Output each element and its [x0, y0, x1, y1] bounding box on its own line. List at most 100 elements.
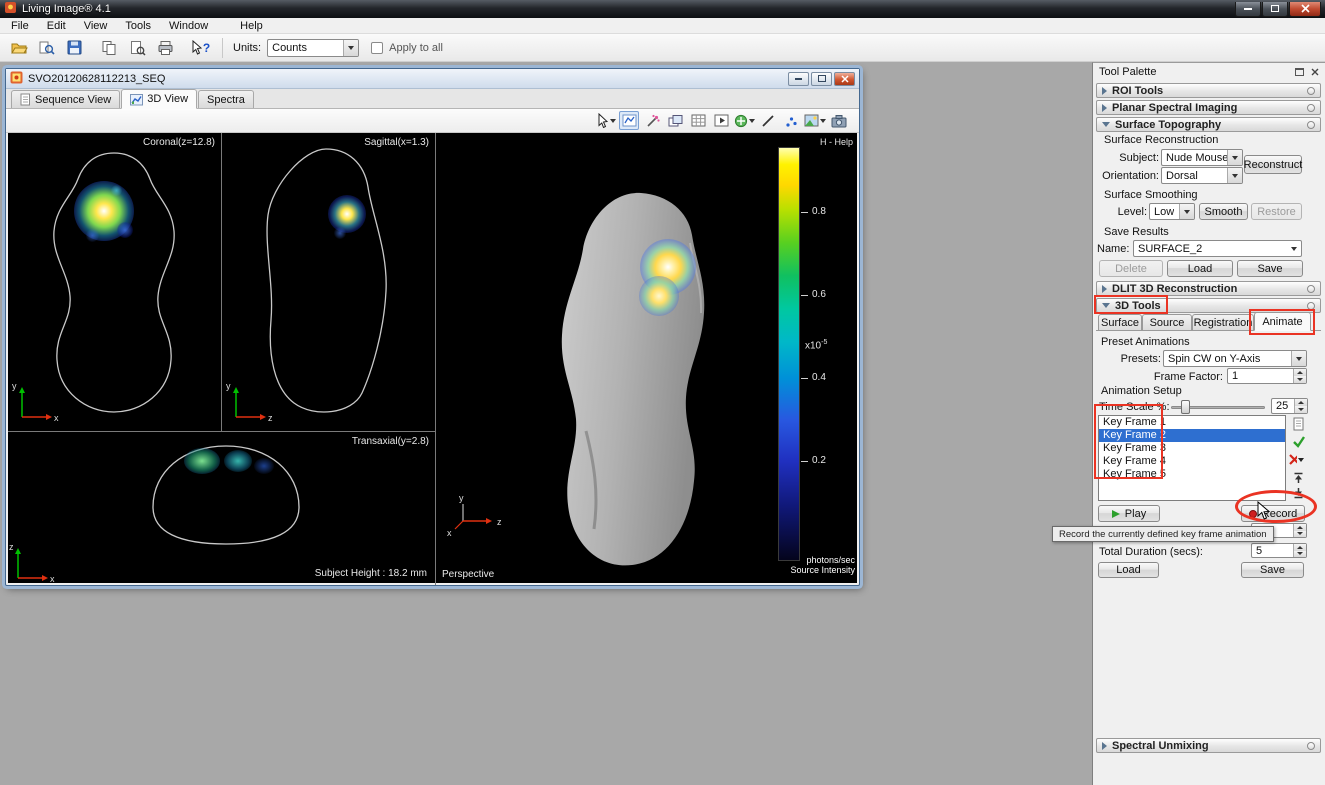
- measure-line-icon[interactable]: [758, 111, 778, 130]
- time-scale-spinner[interactable]: 25: [1271, 398, 1308, 414]
- total-duration-spinner[interactable]: 5: [1251, 543, 1307, 558]
- close-panel-icon[interactable]: [1311, 68, 1319, 76]
- tab-surface[interactable]: Surface: [1098, 314, 1142, 331]
- play-animation-button[interactable]: Play: [1098, 505, 1160, 522]
- section-roi-tools[interactable]: ROI Tools: [1096, 83, 1321, 98]
- units-combo[interactable]: Counts: [267, 39, 359, 57]
- key-frame-item-selected[interactable]: Key Frame 2: [1099, 429, 1285, 442]
- minimize-icon: [1244, 8, 1252, 10]
- window-minimize-button[interactable]: [1235, 2, 1261, 17]
- presets-combo[interactable]: Spin CW on Y-Axis: [1163, 350, 1307, 367]
- apply-to-all-checkbox[interactable]: [371, 42, 383, 54]
- window-maximize-button[interactable]: [1262, 2, 1288, 17]
- record-tooltip: Record the currently defined key frame a…: [1052, 526, 1274, 542]
- delete-key-frame-icon[interactable]: [1289, 452, 1304, 467]
- save-animation-button[interactable]: Save: [1241, 562, 1304, 578]
- spinner-arrows[interactable]: [1293, 524, 1306, 537]
- level-combo[interactable]: Low: [1149, 203, 1195, 220]
- orientation-combo[interactable]: Dorsal: [1161, 167, 1243, 184]
- window-close-button[interactable]: [1289, 2, 1321, 17]
- tab-spectra[interactable]: Spectra: [198, 90, 254, 108]
- exponent-base: x10: [805, 340, 821, 351]
- section-handle-icon[interactable]: [1307, 87, 1315, 95]
- key-frame-item[interactable]: Key Frame 3: [1099, 442, 1285, 455]
- copy-key-frame-icon[interactable]: [1291, 416, 1306, 431]
- spinner-arrows[interactable]: [1293, 544, 1306, 557]
- apply-key-frame-icon[interactable]: [1291, 434, 1306, 449]
- spinner-arrows[interactable]: [1293, 369, 1306, 383]
- grid-view-icon[interactable]: [688, 111, 708, 130]
- save-surface-button[interactable]: Save: [1237, 260, 1303, 277]
- viewer-close-button[interactable]: [834, 72, 855, 86]
- image-overlay-icon[interactable]: [804, 111, 826, 130]
- transaxial-pane[interactable]: z x Transaxial(y=2.8) Subject Height : 1…: [8, 432, 435, 585]
- viewer-titlebar[interactable]: SVO20120628112213_SEQ: [6, 69, 859, 89]
- frame-factor-spinner[interactable]: 1: [1227, 368, 1307, 384]
- menu-edit[interactable]: Edit: [38, 19, 75, 33]
- float-panel-icon[interactable]: [1295, 68, 1304, 76]
- spinner-arrows[interactable]: [1294, 399, 1307, 413]
- tab-source[interactable]: Source: [1142, 314, 1192, 331]
- point-cloud-icon[interactable]: [781, 111, 801, 130]
- reconstruct-button[interactable]: Reconstruct: [1244, 155, 1302, 174]
- tab-3d-view[interactable]: 3D View: [121, 89, 197, 109]
- key-frame-item[interactable]: Key Frame 5: [1099, 468, 1285, 481]
- viewer-minimize-button[interactable]: [788, 72, 809, 86]
- app-titlebar[interactable]: Living Image® 4.1: [0, 0, 1325, 18]
- key-frame-list[interactable]: Key Frame 1 Key Frame 2 Key Frame 3 Key …: [1098, 415, 1286, 501]
- move-key-frame-up-icon[interactable]: [1291, 470, 1306, 485]
- tab-registration[interactable]: Registration: [1192, 314, 1254, 331]
- section-handle-icon[interactable]: [1307, 742, 1315, 750]
- coronal-pane[interactable]: y x Coronal(z=12.8): [8, 133, 221, 431]
- time-scale-slider-handle[interactable]: [1181, 400, 1190, 414]
- section-handle-icon[interactable]: [1307, 121, 1315, 129]
- section-handle-icon[interactable]: [1307, 302, 1315, 310]
- help-pointer-icon[interactable]: ?: [190, 38, 212, 58]
- print-icon[interactable]: [154, 38, 176, 58]
- snapshot-export-icon[interactable]: [829, 111, 849, 130]
- section-handle-icon[interactable]: [1307, 104, 1315, 112]
- menu-window[interactable]: Window: [160, 19, 217, 33]
- subject-combo[interactable]: Nude Mouse: [1161, 149, 1243, 166]
- perspective-pane[interactable]: H - Help 0.8 0.6 0.4 0.2 x10-5 photons/s…: [436, 133, 859, 585]
- load-animation-button[interactable]: Load: [1098, 562, 1159, 578]
- menu-file[interactable]: File: [2, 19, 38, 33]
- sagittal-pane[interactable]: y z Sagittal(x=1.3): [222, 133, 435, 431]
- page-icon: [20, 93, 31, 106]
- load-surface-button[interactable]: Load: [1167, 260, 1233, 277]
- section-handle-icon[interactable]: [1307, 285, 1315, 293]
- cascade-windows-icon[interactable]: [665, 111, 685, 130]
- viewer-window-icon: [10, 71, 23, 87]
- menu-help[interactable]: Help: [231, 19, 272, 33]
- tool-palette-header[interactable]: Tool Palette: [1093, 63, 1325, 81]
- open-folder-icon[interactable]: [8, 38, 30, 58]
- key-frame-item[interactable]: Key Frame 4: [1099, 455, 1285, 468]
- copy-icon[interactable]: [98, 38, 120, 58]
- view-3d-mode-icon[interactable]: [619, 111, 639, 130]
- restore-button[interactable]: Restore: [1251, 203, 1302, 220]
- delete-surface-button[interactable]: Delete: [1099, 260, 1163, 277]
- section-spectral-unmixing[interactable]: Spectral Unmixing: [1096, 738, 1321, 753]
- section-3d-tools[interactable]: 3D Tools: [1096, 298, 1321, 313]
- section-surface-topography[interactable]: Surface Topography: [1096, 117, 1321, 132]
- viewer-maximize-button[interactable]: [811, 72, 832, 86]
- move-key-frame-down-icon[interactable]: [1291, 485, 1306, 500]
- section-planar-spectral[interactable]: Planar Spectral Imaging: [1096, 100, 1321, 115]
- key-frame-item[interactable]: Key Frame 1: [1099, 416, 1285, 429]
- surface-name-combo[interactable]: SURFACE_2: [1133, 240, 1302, 257]
- pan-rotate-tool-icon[interactable]: [734, 111, 755, 130]
- slideshow-icon[interactable]: [711, 111, 731, 130]
- app-title: Living Image® 4.1: [22, 3, 111, 15]
- magic-wand-icon[interactable]: [642, 111, 662, 130]
- menu-tools[interactable]: Tools: [116, 19, 160, 33]
- browse-search-icon[interactable]: [36, 38, 58, 58]
- record-animation-button[interactable]: Record: [1241, 505, 1305, 522]
- save-icon[interactable]: [64, 38, 86, 58]
- smooth-button[interactable]: Smooth: [1199, 203, 1248, 220]
- section-dlit-reconstruction[interactable]: DLIT 3D Reconstruction: [1096, 281, 1321, 296]
- menu-view[interactable]: View: [75, 19, 117, 33]
- pointer-tool-icon[interactable]: [596, 111, 616, 130]
- tab-sequence-view[interactable]: Sequence View: [11, 90, 120, 108]
- tab-animate[interactable]: Animate: [1254, 312, 1311, 331]
- print-preview-icon[interactable]: [126, 38, 148, 58]
